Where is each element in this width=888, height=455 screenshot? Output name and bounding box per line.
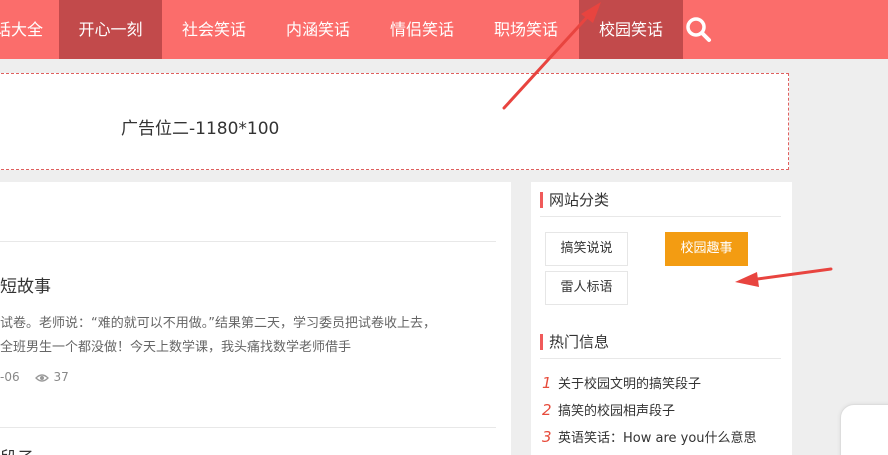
article-views: 37 (35, 370, 69, 384)
article-view-count: 37 (53, 370, 69, 384)
article-title[interactable]: 段子 (0, 444, 34, 455)
nav-item-workplace-jokes[interactable]: 职场笑话 (474, 0, 578, 59)
widget-title-hot: 热门信息 (540, 332, 609, 352)
hot-list-item[interactable]: 3 英语笑话：How are you什么意思 (542, 427, 757, 446)
nav-item-innuendo-jokes[interactable]: 内涵笑话 (266, 0, 370, 59)
article-excerpt: 全班男生一个都没做！今天上数学课，我头痛找数学老师借手 (0, 340, 352, 355)
nav-item-jokes-collection[interactable]: 话大全 (0, 0, 44, 59)
divider (540, 358, 781, 359)
search-icon[interactable] (684, 15, 714, 45)
nav-item-social-jokes[interactable]: 社会笑话 (162, 0, 266, 59)
divider (540, 216, 781, 217)
article-meta: -06 37 (0, 370, 69, 384)
hot-item-label: 关于校园文明的搞笑段子 (558, 377, 702, 392)
sidebar: 网站分类 搞笑说说 校园趣事 雷人标语 热门信息 1 关于校园文明的搞笑段子 2搞… (531, 182, 792, 455)
article-date: -06 (0, 370, 20, 384)
hot-rank: 2 (542, 401, 552, 419)
hot-list-item[interactable]: 1 关于校园文明的搞笑段子 (542, 373, 701, 392)
article-excerpt: 试卷。老师说：“难的就可以不用做。”结果第二天，学习委员把试卷收上去， (0, 316, 436, 331)
eye-icon (35, 374, 50, 382)
top-nav-bar: 话大全 开心一刻 社会笑话 内涵笑话 情侣笑话 职场笑话 校园笑话 (0, 0, 888, 59)
article-list: 短故事 试卷。老师说：“难的就可以不用做。”结果第二天，学习委员把试卷收上去， … (0, 182, 511, 455)
tag-funny-quotes[interactable]: 搞笑说说 (545, 232, 628, 266)
hot-item-label: 英语笑话：How are you什么意思 (558, 431, 757, 446)
page-root: 话大全 开心一刻 社会笑话 内涵笑话 情侣笑话 职场笑话 校园笑话 广告位二-1… (0, 0, 888, 455)
nav-item-campus-jokes[interactable]: 校园笑话 (579, 0, 683, 59)
hot-item-label: 搞笑的校园相声段子 (558, 404, 676, 419)
hot-rank: 1 (542, 374, 552, 392)
ad-banner-text: 广告位二-1180*100 (121, 119, 280, 139)
nav-item-happy-moment[interactable]: 开心一刻 (59, 0, 162, 59)
hot-rank: 3 (542, 428, 552, 446)
tag-silly-slogans[interactable]: 雷人标语 (545, 271, 628, 305)
widget-title-categories: 网站分类 (540, 190, 609, 210)
ad-banner[interactable]: 广告位二-1180*100 (0, 73, 789, 170)
divider (0, 427, 496, 428)
nav-item-couple-jokes[interactable]: 情侣笑话 (370, 0, 474, 59)
divider (0, 241, 496, 242)
tag-campus-stories[interactable]: 校园趣事 (665, 232, 748, 266)
article-title[interactable]: 短故事 (0, 272, 51, 297)
hot-list-item[interactable]: 2 搞笑的校园相声段子 (542, 400, 675, 419)
floating-widget[interactable] (840, 404, 888, 455)
